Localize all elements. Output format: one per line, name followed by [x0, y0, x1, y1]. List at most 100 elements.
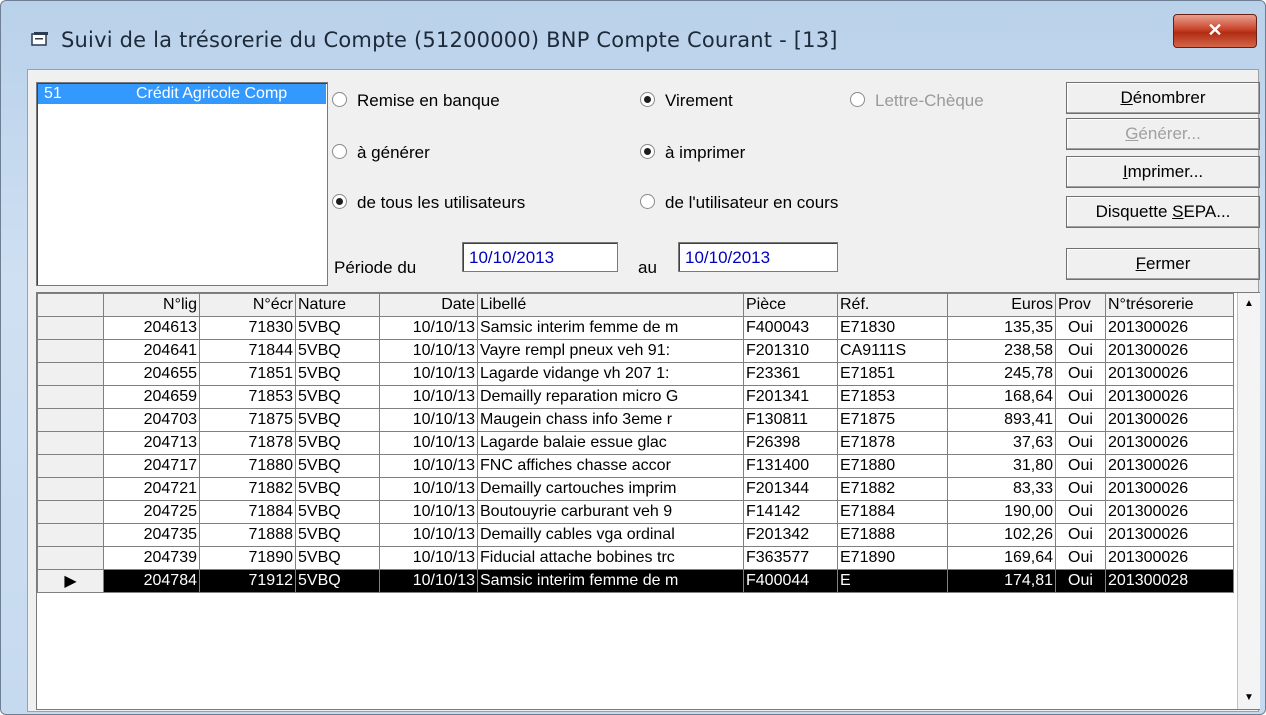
- table-cell[interactable]: 5VBQ: [295, 339, 380, 363]
- table-cell[interactable]: 71851: [199, 362, 296, 386]
- table-cell[interactable]: 204725: [103, 500, 200, 524]
- table-cell[interactable]: 5VBQ: [295, 454, 380, 478]
- table-cell[interactable]: 71853: [199, 385, 296, 409]
- table-cell[interactable]: E71882: [837, 477, 948, 501]
- table-cell[interactable]: Oui: [1055, 523, 1106, 547]
- table-cell[interactable]: F201344: [743, 477, 838, 501]
- table-cell[interactable]: Samsic interim femme de m: [477, 316, 744, 340]
- table-cell[interactable]: 201300026: [1105, 431, 1234, 455]
- close-icon[interactable]: ✕: [1173, 14, 1257, 48]
- scroll-up-icon[interactable]: ▲: [1238, 293, 1260, 315]
- treasury-grid[interactable]: N°lig N°écr Nature Date Libellé Pièce Ré…: [36, 292, 1260, 710]
- table-cell[interactable]: Oui: [1055, 339, 1106, 363]
- table-cell[interactable]: 204721: [103, 477, 200, 501]
- table-cell[interactable]: F201310: [743, 339, 838, 363]
- table-cell[interactable]: E71830: [837, 316, 948, 340]
- radio-lettre-cheque[interactable]: Lettre-Chèque: [850, 90, 984, 112]
- table-cell[interactable]: 201300026: [1105, 362, 1234, 386]
- table-cell[interactable]: 71882: [199, 477, 296, 501]
- table-cell[interactable]: F400044: [743, 569, 838, 593]
- table-cell[interactable]: 201300026: [1105, 477, 1234, 501]
- table-cell[interactable]: 10/10/13: [379, 385, 478, 409]
- table-cell[interactable]: 174,81: [947, 569, 1056, 593]
- period-from-field[interactable]: 10/10/2013: [462, 242, 618, 272]
- table-row[interactable]: 204659 71853 5VBQ 10/10/13 Demailly reparati…: [37, 385, 1234, 409]
- fermer-button[interactable]: Fermer: [1066, 248, 1260, 280]
- table-cell[interactable]: E71853: [837, 385, 948, 409]
- table-cell[interactable]: 5VBQ: [295, 523, 380, 547]
- table-cell[interactable]: 204735: [103, 523, 200, 547]
- radio-tous-utilisateurs[interactable]: de tous les utilisateurs: [332, 192, 525, 214]
- row-indicator[interactable]: [37, 362, 104, 386]
- column-header[interactable]: Date: [379, 293, 478, 317]
- table-cell[interactable]: CA9111S: [837, 339, 948, 363]
- table-cell[interactable]: 201300026: [1105, 523, 1234, 547]
- table-cell[interactable]: Oui: [1055, 546, 1106, 570]
- table-cell[interactable]: 10/10/13: [379, 316, 478, 340]
- table-cell[interactable]: Oui: [1055, 408, 1106, 432]
- table-cell[interactable]: 135,35: [947, 316, 1056, 340]
- table-cell[interactable]: F14142: [743, 500, 838, 524]
- table-cell[interactable]: 5VBQ: [295, 316, 380, 340]
- table-cell[interactable]: 201300026: [1105, 500, 1234, 524]
- radio-remise[interactable]: Remise en banque: [332, 90, 500, 112]
- table-cell[interactable]: 204641: [103, 339, 200, 363]
- table-cell[interactable]: Boutouyrie carburant veh 9: [477, 500, 744, 524]
- table-cell[interactable]: Maugein chass info 3eme r: [477, 408, 744, 432]
- table-row[interactable]: 204713 71878 5VBQ 10/10/13 Lagarde balaie es…: [37, 431, 1234, 455]
- table-row[interactable]: 204725 71884 5VBQ 10/10/13 Boutouyrie carbur…: [37, 500, 1234, 524]
- table-cell[interactable]: 83,33: [947, 477, 1056, 501]
- table-cell[interactable]: E71884: [837, 500, 948, 524]
- table-cell[interactable]: F23361: [743, 362, 838, 386]
- table-cell[interactable]: 71875: [199, 408, 296, 432]
- row-indicator[interactable]: [37, 408, 104, 432]
- table-cell[interactable]: 10/10/13: [379, 523, 478, 547]
- table-cell[interactable]: E71880: [837, 454, 948, 478]
- row-indicator[interactable]: [37, 431, 104, 455]
- table-row[interactable]: 204641 71844 5VBQ 10/10/13 Vayre rempl pneux…: [37, 339, 1234, 363]
- table-cell[interactable]: F400043: [743, 316, 838, 340]
- period-to-field[interactable]: 10/10/2013: [678, 242, 838, 272]
- table-cell[interactable]: 201300026: [1105, 408, 1234, 432]
- table-cell[interactable]: 71890: [199, 546, 296, 570]
- table-cell[interactable]: E71890: [837, 546, 948, 570]
- disquette-sepa-button[interactable]: Disquette SEPA...: [1066, 196, 1260, 228]
- table-cell[interactable]: 5VBQ: [295, 385, 380, 409]
- table-cell[interactable]: F130811: [743, 408, 838, 432]
- row-indicator[interactable]: [37, 339, 104, 363]
- table-cell[interactable]: Oui: [1055, 431, 1106, 455]
- table-row[interactable]: 204717 71880 5VBQ 10/10/13 FNC affiches chas…: [37, 454, 1234, 478]
- table-cell[interactable]: 10/10/13: [379, 454, 478, 478]
- radio-a-generer[interactable]: à générer: [332, 142, 430, 164]
- row-indicator[interactable]: [37, 523, 104, 547]
- table-cell[interactable]: E71878: [837, 431, 948, 455]
- table-cell[interactable]: Vayre rempl pneux veh 91:: [477, 339, 744, 363]
- table-cell[interactable]: 893,41: [947, 408, 1056, 432]
- table-cell[interactable]: Oui: [1055, 569, 1106, 593]
- table-cell[interactable]: 201300026: [1105, 385, 1234, 409]
- table-cell[interactable]: 204659: [103, 385, 200, 409]
- table-cell[interactable]: 10/10/13: [379, 362, 478, 386]
- table-cell[interactable]: 204784: [103, 569, 200, 593]
- table-cell[interactable]: Oui: [1055, 362, 1106, 386]
- table-cell[interactable]: 190,00: [947, 500, 1056, 524]
- table-cell[interactable]: 5VBQ: [295, 362, 380, 386]
- table-cell[interactable]: F131400: [743, 454, 838, 478]
- table-cell[interactable]: F201342: [743, 523, 838, 547]
- table-cell[interactable]: E: [837, 569, 948, 593]
- table-cell[interactable]: 10/10/13: [379, 339, 478, 363]
- table-row[interactable]: 204655 71851 5VBQ 10/10/13 Lagarde vidange v…: [37, 362, 1234, 386]
- table-cell[interactable]: Oui: [1055, 454, 1106, 478]
- column-header[interactable]: N°lig: [103, 293, 200, 317]
- table-cell[interactable]: Lagarde balaie essue glac: [477, 431, 744, 455]
- column-header[interactable]: Nature: [295, 293, 380, 317]
- table-cell[interactable]: 10/10/13: [379, 569, 478, 593]
- table-cell[interactable]: Fiducial attache bobines trc: [477, 546, 744, 570]
- table-cell[interactable]: 10/10/13: [379, 431, 478, 455]
- table-cell[interactable]: 71888: [199, 523, 296, 547]
- table-cell[interactable]: 204613: [103, 316, 200, 340]
- radio-utilisateur-en-cours[interactable]: de l'utilisateur en cours: [640, 192, 838, 214]
- table-cell[interactable]: Lagarde vidange vh 207 1:: [477, 362, 744, 386]
- table-cell[interactable]: Oui: [1055, 500, 1106, 524]
- table-cell[interactable]: 71844: [199, 339, 296, 363]
